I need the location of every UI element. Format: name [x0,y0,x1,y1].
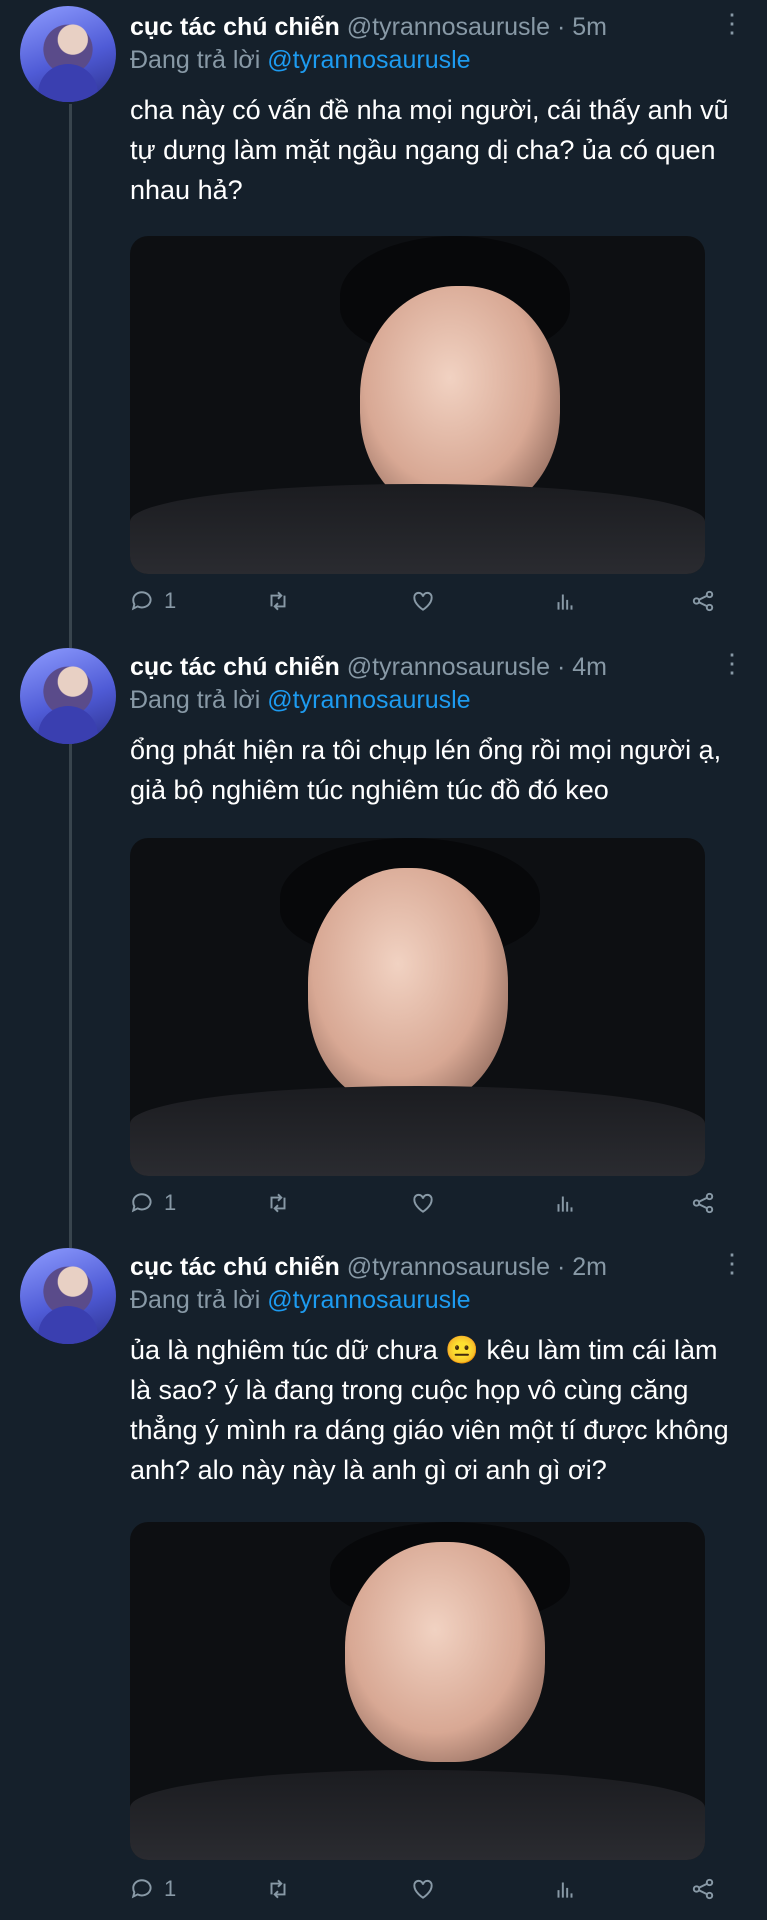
avatar[interactable] [20,648,116,744]
more-icon[interactable]: ⋮ [719,10,745,36]
share-button[interactable] [690,1876,716,1902]
analytics-icon [557,594,573,610]
separator: · [556,13,566,41]
analytics-button[interactable] [552,1876,578,1902]
tweet-text: ổng phát hiện ra tôi chụp lén ổng rồi mọ… [130,735,722,805]
thread-line [69,1240,72,1248]
tweet-photo[interactable] [130,236,705,574]
timestamp[interactable]: 2m [572,1253,607,1281]
photo-shirt [130,484,705,574]
reply-icon [131,1193,152,1213]
replying-to-handle[interactable]: @tyrannosaurusle [267,1286,470,1314]
analytics-icon [557,1882,573,1898]
share-icon [692,1878,714,1900]
tweet[interactable]: cục tác chú chiến @tyrannosaurusle · 5m … [0,0,767,640]
reply-button[interactable]: 1 [130,1190,176,1216]
handle[interactable]: @tyrannosaurusle [347,1253,550,1281]
like-button[interactable] [410,588,436,614]
display-name[interactable]: cục tác chú chiến [130,1253,340,1281]
action-bar: 1 [130,588,747,618]
replying-to-handle[interactable]: @tyrannosaurusle [267,46,470,74]
share-button[interactable] [690,1190,716,1216]
photo-shirt [130,1770,705,1860]
avatar[interactable] [20,6,116,102]
reply-button[interactable]: 1 [130,1876,176,1902]
tweet[interactable]: cục tác chú chiến @tyrannosaurusle · 2m … [0,1240,767,1920]
like-button[interactable] [410,1876,436,1902]
photo-face [308,868,508,1108]
heart-icon [413,1193,433,1213]
tweet-text: cha này có vấn đề nha mọi người, cái thấ… [130,95,729,205]
tweet-photo[interactable] [130,838,705,1176]
reply-icon [131,1879,152,1899]
retweet-button[interactable] [265,1876,291,1902]
more-icon[interactable]: ⋮ [719,1250,745,1276]
handle[interactable]: @tyrannosaurusle [347,13,550,41]
tweet-photo[interactable] [130,1522,705,1860]
retweet-icon [270,1879,286,1899]
photo-face [345,1542,545,1762]
timestamp[interactable]: 4m [572,653,607,681]
handle[interactable]: @tyrannosaurusle [347,653,550,681]
tweet-text: ủa là nghiêm túc dữ chưa 😐 kêu làm tim c… [130,1335,729,1485]
retweet-icon [270,591,286,611]
replying-to-label: Đang trả lời [130,46,261,74]
replying-to-label: Đang trả lời [130,686,261,714]
retweet-icon [270,1193,286,1213]
display-name[interactable]: cục tác chú chiến [130,653,340,681]
thread-line [69,640,72,648]
analytics-button[interactable] [552,588,578,614]
analytics-button[interactable] [552,1190,578,1216]
analytics-icon [557,1196,573,1212]
reply-count: 1 [164,1876,177,1901]
separator: · [556,1253,566,1281]
thread-line [69,104,72,640]
retweet-button[interactable] [265,588,291,614]
avatar[interactable] [20,1248,116,1344]
like-button[interactable] [410,1190,436,1216]
share-icon [692,590,714,612]
heart-icon [413,591,433,611]
action-bar: 1 [130,1190,747,1220]
photo-face [360,286,560,516]
heart-icon [413,1879,433,1899]
reply-button[interactable]: 1 [130,588,176,614]
share-icon [692,1192,714,1214]
replying-to-label: Đang trả lời [130,1286,261,1314]
retweet-button[interactable] [265,1190,291,1216]
replying-to: Đang trả lời @tyrannosaurusle [130,684,471,716]
thread-line [69,744,72,1240]
replying-to: Đang trả lời @tyrannosaurusle [130,1284,471,1316]
photo-shirt [130,1086,705,1176]
tweet-header: cục tác chú chiến @tyrannosaurusle · 4m [130,650,747,684]
more-icon[interactable]: ⋮ [719,650,745,676]
display-name[interactable]: cục tác chú chiến [130,13,340,41]
reply-count: 1 [164,588,177,613]
reply-count: 1 [164,1190,177,1215]
tweet[interactable]: cục tác chú chiến @tyrannosaurusle · 4m … [0,640,767,1240]
timestamp[interactable]: 5m [572,13,607,41]
action-bar: 1 [130,1876,747,1906]
replying-to-handle[interactable]: @tyrannosaurusle [267,686,470,714]
replying-to: Đang trả lời @tyrannosaurusle [130,44,471,76]
tweet-header: cục tác chú chiến @tyrannosaurusle · 2m [130,1250,747,1284]
tweet-header: cục tác chú chiến @tyrannosaurusle · 5m [130,10,747,44]
separator: · [556,653,566,681]
share-button[interactable] [690,588,716,614]
reply-icon [131,591,152,611]
